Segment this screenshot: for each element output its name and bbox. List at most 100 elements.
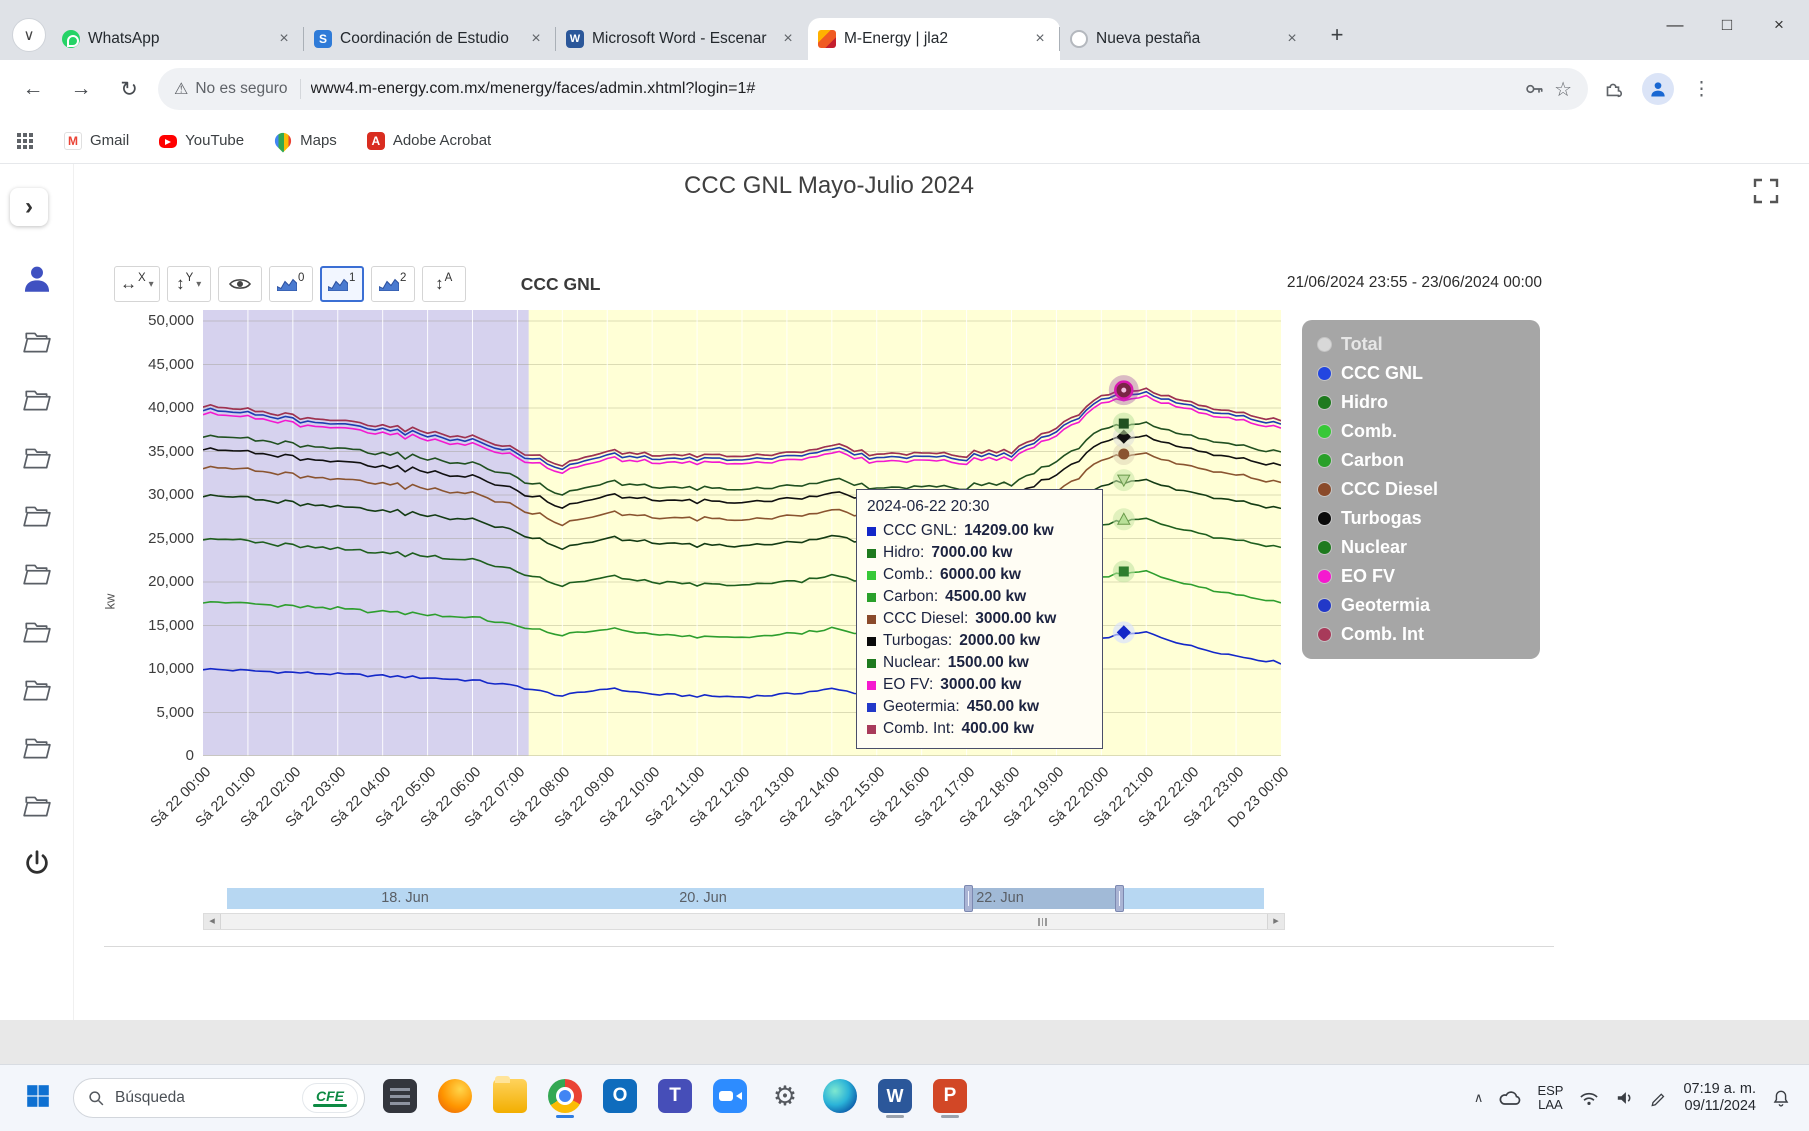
legend-item-turbogas[interactable]: Turbogas <box>1302 504 1540 533</box>
forward-button[interactable]: → <box>62 70 100 108</box>
start-button[interactable] <box>18 1070 58 1126</box>
y-axis-menu-button[interactable]: ↕ Y ▾ <box>166 266 211 302</box>
browser-tab-blank[interactable]: Nueva pestaña × <box>1059 18 1312 60</box>
taskbar-clock[interactable]: 07:19 a. m. 09/11/2024 <box>1683 1081 1756 1115</box>
volume-icon[interactable] <box>1615 1089 1635 1107</box>
chart-svg[interactable] <box>202 310 1282 757</box>
maximize-button[interactable]: □ <box>1701 6 1753 44</box>
sidebar-folder-button[interactable] <box>22 677 52 703</box>
area-chart-icon <box>379 278 399 291</box>
sidebar-logout-button[interactable] <box>22 848 52 878</box>
y-axis-tick-label: 5,000 <box>156 703 194 721</box>
bookmark-star-icon[interactable]: ☆ <box>1554 77 1572 102</box>
sidebar-folder-button[interactable] <box>22 793 52 819</box>
language-indicator[interactable]: ESP LAA <box>1537 1084 1563 1112</box>
pen-icon[interactable] <box>1650 1089 1668 1107</box>
taskbar-app-dark[interactable] <box>380 1070 420 1126</box>
tab-close-icon[interactable]: × <box>526 29 546 49</box>
legend-item-eo-fv[interactable]: EO FV <box>1302 562 1540 591</box>
wifi-icon[interactable] <box>1578 1089 1600 1107</box>
password-key-icon[interactable] <box>1524 79 1544 99</box>
scroll-left-button[interactable]: ◂ <box>204 914 221 929</box>
taskbar-app-firefox[interactable] <box>435 1070 475 1126</box>
security-chip[interactable]: ⚠ No es seguro <box>174 79 301 99</box>
browser-tab-word[interactable]: Microsoft Word - Escenar × <box>555 18 808 60</box>
tooltip-row: EO FV 3000.00 kw <box>867 674 1092 696</box>
legend-item-carbon[interactable]: Carbon <box>1302 446 1540 475</box>
bookmarks-bar: Gmail YouTube Maps Adobe Acrobat <box>0 118 1809 164</box>
bookmark-item-maps[interactable]: Maps <box>271 129 337 152</box>
chart-mode-2-button[interactable]: 2 <box>370 266 415 302</box>
taskbar-app-chrome[interactable] <box>545 1070 585 1126</box>
tab-close-icon[interactable]: × <box>1030 29 1050 49</box>
url-text[interactable]: www4.m-energy.com.mx/menergy/faces/admin… <box>311 80 1515 98</box>
taskbar-app-edge[interactable] <box>820 1070 860 1126</box>
chart-mode-1-button[interactable]: 1 <box>319 266 364 302</box>
tooltip-row: Hidro 7000.00 kw <box>867 542 1092 564</box>
sidebar-folder-button[interactable] <box>22 619 52 645</box>
tab-search-button[interactable]: ∨ <box>12 18 46 52</box>
close-button[interactable]: × <box>1753 6 1805 44</box>
reload-button[interactable]: ↻ <box>110 70 148 108</box>
y-axis-tick-label: 10,000 <box>148 660 194 677</box>
clock-time: 07:19 a. m. <box>1683 1081 1756 1097</box>
legend-item-geotermia[interactable]: Geotermia <box>1302 591 1540 620</box>
taskbar-app-teams[interactable] <box>655 1070 695 1126</box>
extensions-icon[interactable] <box>1602 78 1624 100</box>
notifications-bell-icon[interactable] <box>1771 1088 1791 1108</box>
tab-close-icon[interactable]: × <box>778 29 798 49</box>
scroll-right-button[interactable]: ▸ <box>1267 914 1284 929</box>
chart-mode-0-button[interactable]: 0 <box>268 266 313 302</box>
browser-menu-icon[interactable]: ⋮ <box>1692 78 1711 101</box>
sidebar-folder-button[interactable] <box>22 445 52 471</box>
sidebar-profile-button[interactable] <box>20 262 54 296</box>
scrollbar-grip[interactable] <box>1038 918 1047 926</box>
caret-down-icon: ▾ <box>196 278 202 290</box>
back-button[interactable]: ← <box>14 70 52 108</box>
sidebar-folder-button[interactable] <box>22 329 52 355</box>
taskbar-app-zoom[interactable] <box>710 1070 750 1126</box>
taskbar-app-settings[interactable] <box>765 1070 805 1126</box>
legend-item-total[interactable]: Total <box>1302 330 1540 359</box>
taskbar-app-explorer[interactable] <box>490 1070 530 1126</box>
legend-item-comb-[interactable]: Comb. <box>1302 417 1540 446</box>
omnibox[interactable]: ⚠ No es seguro www4.m-energy.com.mx/mene… <box>158 68 1588 110</box>
taskbar-app-powerpoint[interactable] <box>930 1070 970 1126</box>
visibility-toggle-button[interactable] <box>217 266 262 302</box>
legend-item-comb-int[interactable]: Comb. Int <box>1302 620 1540 649</box>
navigator-right-handle[interactable] <box>1115 885 1124 912</box>
apps-grid-icon[interactable] <box>16 132 34 150</box>
taskbar-search-box[interactable]: Búsqueda CFE <box>73 1078 365 1118</box>
browser-tab-menergy[interactable]: M-Energy | jla2 × <box>808 18 1060 60</box>
tray-chevron-icon[interactable]: ∧ <box>1474 1090 1484 1106</box>
taskbar-app-outlook[interactable] <box>600 1070 640 1126</box>
sidebar-folder-button[interactable] <box>22 561 52 587</box>
bookmark-item-acrobat[interactable]: Adobe Acrobat <box>366 131 491 150</box>
auto-scale-button[interactable]: ↕ A <box>421 266 466 302</box>
legend-item-ccc-diesel[interactable]: CCC Diesel <box>1302 475 1540 504</box>
sidebar-folder-button[interactable] <box>22 735 52 761</box>
dark-icon <box>383 1078 417 1113</box>
minimize-button[interactable]: — <box>1649 6 1701 44</box>
legend-item-ccc-gnl[interactable]: CCC GNL <box>1302 359 1540 388</box>
profile-avatar[interactable] <box>1642 73 1674 105</box>
tab-close-icon[interactable]: × <box>1282 29 1302 49</box>
bookmark-item-gmail[interactable]: Gmail <box>64 131 129 150</box>
bookmark-item-youtube[interactable]: YouTube <box>159 132 244 150</box>
range-navigator[interactable]: 18. Jun 20. Jun 22. Jun <box>227 885 1264 912</box>
new-tab-button[interactable]: + <box>1320 18 1354 52</box>
legend-item-nuclear[interactable]: Nuclear <box>1302 533 1540 562</box>
chart-plot-area[interactable] <box>202 310 1282 757</box>
legend-item-hidro[interactable]: Hidro <box>1302 388 1540 417</box>
sidebar-folder-button[interactable] <box>22 503 52 529</box>
browser-tab-scholar[interactable]: Coordinación de Estudio × <box>303 18 556 60</box>
chart-scrollbar[interactable]: ◂ ▸ <box>203 913 1285 930</box>
onedrive-cloud-icon[interactable] <box>1498 1088 1522 1108</box>
x-axis-menu-button[interactable]: ↔ X ▾ <box>114 266 160 302</box>
tab-close-icon[interactable]: × <box>274 29 294 49</box>
taskbar-app-word[interactable] <box>875 1070 915 1126</box>
sidebar-expand-button[interactable]: › <box>10 188 48 226</box>
fullscreen-toggle-button[interactable] <box>1751 176 1781 206</box>
sidebar-folder-button[interactable] <box>22 387 52 413</box>
browser-tab-whatsapp[interactable]: WhatsApp × <box>52 18 304 60</box>
